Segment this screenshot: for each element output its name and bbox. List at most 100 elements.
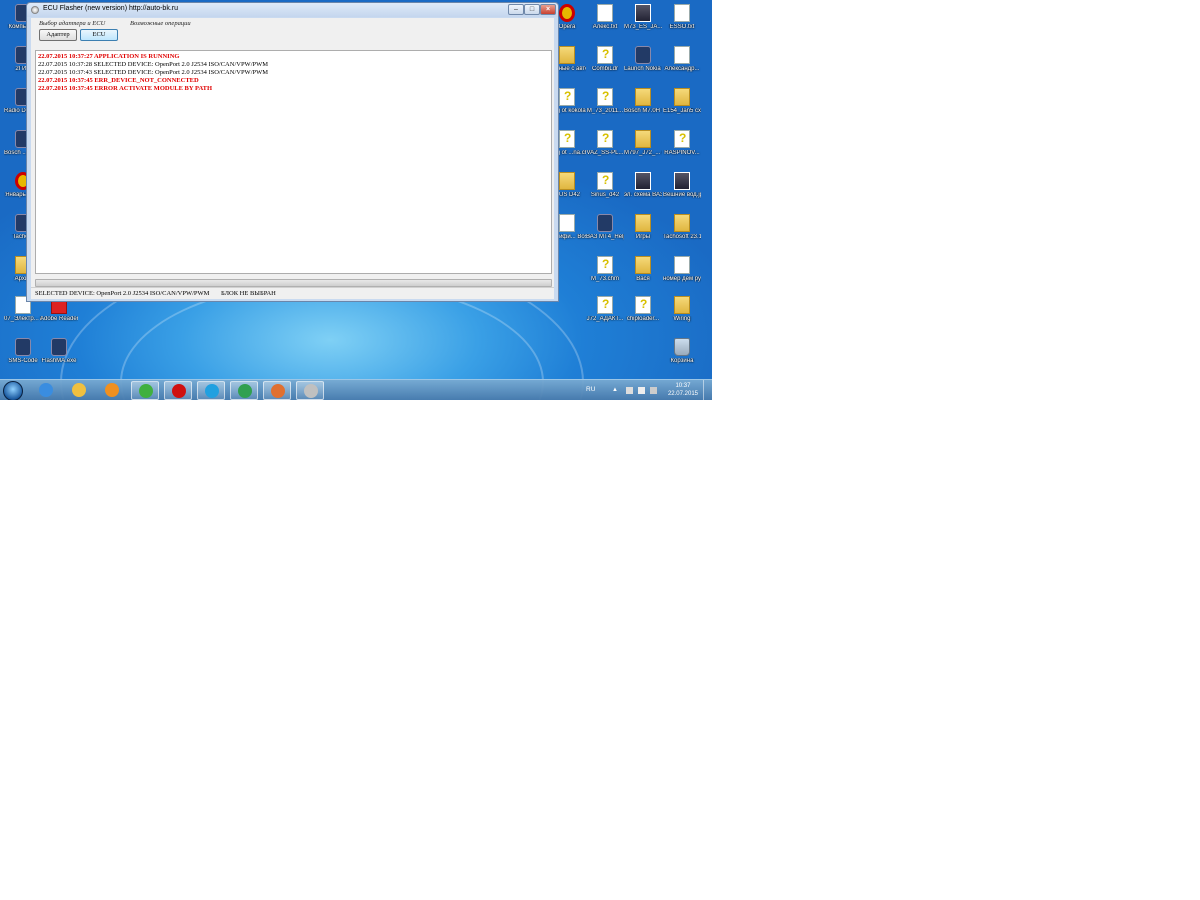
log-line: 22.07.2015 10:37:43 SELECTED DEVICE: Ope… <box>38 69 269 76</box>
sms-code-icon <box>15 338 31 356</box>
desktop-icon-label: VAZ_SS-PL... <box>586 150 624 156</box>
clock[interactable]: 10:37 22.07.2015 <box>668 382 698 398</box>
desktop-icon-label: Вася <box>636 276 650 282</box>
start-button[interactable] <box>3 381 23 400</box>
progress-bar <box>35 279 552 287</box>
desktop-icon[interactable]: M73_ES_JA... <box>624 4 662 31</box>
desktop-icon-label: Adobe Reader X <box>40 316 78 322</box>
folder-icon <box>674 88 690 106</box>
log-line: 22.07.2015 10:37:45 ERR_DEVICE_NOT_CONNE… <box>38 77 199 84</box>
app-icon <box>31 6 39 14</box>
desktop-icon[interactable]: Вася <box>624 256 662 283</box>
tray-network-icon[interactable] <box>626 387 633 394</box>
menu-adapter-ecu[interactable]: Выбор адаптера и ECU <box>39 20 105 27</box>
desktop-icon[interactable]: Tachosoft 23.1 <box>663 214 701 241</box>
system-tray: RU ▲ 10:37 22.07.2015 <box>582 380 712 400</box>
close-button[interactable]: × <box>540 4 556 15</box>
desktop-icon-label: SMS-Code <box>8 358 38 364</box>
desktop-icon[interactable]: E154_Jan5 схема эле... <box>663 88 701 115</box>
desktop-icon[interactable]: Корзина <box>663 338 701 365</box>
desktop-icon[interactable]: FlashMA.exe <box>40 338 78 365</box>
minimize-button[interactable]: – <box>508 4 524 15</box>
desktop-icon[interactable]: Вешние вод.jpg <box>663 172 701 199</box>
skype-icon <box>205 384 219 398</box>
folder-icon <box>674 214 690 232</box>
log-panel[interactable]: 22.07.2015 10:37:27 APPLICATION IS RUNNI… <box>35 50 552 274</box>
internet-explorer-icon <box>39 383 53 397</box>
desktop-icon[interactable]: VAZ_SS-PL... <box>586 130 624 157</box>
desktop-icon[interactable]: ВАЗ MT4_Help... <box>586 214 624 241</box>
maximize-button[interactable]: □ <box>524 4 540 15</box>
desktop-icon[interactable]: chiploader... <box>624 296 662 323</box>
text-file-icon <box>674 4 690 22</box>
help-file-icon <box>559 88 575 106</box>
language-indicator[interactable]: RU <box>586 386 595 393</box>
ecu-button[interactable]: ECU <box>80 29 118 41</box>
taskbar-button[interactable] <box>65 381 93 400</box>
desktop-icon[interactable]: Игры <box>624 214 662 241</box>
desktop-icon-label: Launch Nokia Ca... <box>624 66 662 72</box>
help-file-icon <box>559 130 575 148</box>
title-bar[interactable]: ECU Flasher (new version) http://auto-bk… <box>27 3 558 17</box>
document-icon <box>559 214 575 232</box>
folder-icon <box>635 88 651 106</box>
adapter-button[interactable]: Адаптер <box>39 29 77 41</box>
desktop-icon-label: Алекс.txt <box>592 24 618 30</box>
tray-flag-icon[interactable] <box>638 387 645 394</box>
desktop-icon[interactable]: эл. схема ВАЗ 21... <box>624 172 662 199</box>
desktop-icon[interactable]: M_73_2011... <box>586 88 624 115</box>
opera-icon <box>559 4 575 22</box>
desktop-icon[interactable]: Sirius_d42 <box>586 172 624 199</box>
taskbar-button[interactable] <box>131 381 159 400</box>
desktop-icon-label: Корзина <box>670 358 694 364</box>
menu-operations[interactable]: Возможные операции <box>130 20 191 27</box>
icq-icon <box>139 384 153 398</box>
folder-icon <box>559 172 575 190</box>
desktop-icon[interactable]: J72_АДАКТ... <box>586 296 624 323</box>
app-icon <box>271 384 285 398</box>
taskbar-button[interactable] <box>197 381 225 400</box>
show-desktop-button[interactable] <box>703 380 712 400</box>
desktop-icon-label: FlashMA.exe <box>41 358 77 364</box>
tray-arrow-icon[interactable]: ▲ <box>612 387 619 394</box>
text-file-icon <box>674 46 690 64</box>
help-file-icon <box>635 296 651 314</box>
taskbar-button[interactable] <box>98 381 126 400</box>
tray-volume-icon[interactable] <box>650 387 657 394</box>
desktop-icon[interactable]: CombiLdr <box>586 46 624 73</box>
taskbar-button[interactable] <box>230 381 258 400</box>
taskbar-button[interactable] <box>164 381 192 400</box>
log-line: 22.07.2015 10:37:27 APPLICATION IS RUNNI… <box>38 53 180 60</box>
desktop-icon[interactable]: ESSO.txt <box>663 4 701 31</box>
nokia-icon <box>635 46 651 64</box>
clock-time: 10:37 <box>675 383 691 389</box>
desktop-icon-label: CombiLdr <box>591 66 618 72</box>
desktop-icon[interactable]: номер дем ру.txt <box>663 256 701 283</box>
clock-date: 22.07.2015 <box>667 391 698 397</box>
tool-icon <box>238 384 252 398</box>
desktop-icon[interactable]: M797_J72_... схема эле... <box>624 130 662 157</box>
taskbar-button[interactable] <box>32 381 60 400</box>
flashma-icon <box>51 338 67 356</box>
desktop: Компьют... 2ГИС Radio Decoder Bosch ... mod… <box>0 0 712 400</box>
image-file-icon <box>674 172 690 190</box>
desktop-icon[interactable]: M_73.chm <box>586 256 624 283</box>
desktop-icon-label: Игры <box>635 234 651 240</box>
desktop-icon[interactable]: RASPINOV... <box>663 130 701 157</box>
desktop-icon[interactable]: SMS-Code <box>4 338 42 365</box>
desktop-icon[interactable]: Алекс.txt <box>586 4 624 31</box>
text-file-icon <box>674 256 690 274</box>
desktop-icon[interactable]: Launch Nokia Ca... <box>624 46 662 73</box>
desktop-icon[interactable]: Bosch M7.0H сх... <box>624 88 662 115</box>
log-line: 22.07.2015 10:37:28 SELECTED DEVICE: Ope… <box>38 61 269 68</box>
taskbar: RU ▲ 10:37 22.07.2015 <box>0 379 712 400</box>
status-bar: SELECTED DEVICE: OpenPort 2.0 J2534 ISO/… <box>31 287 554 299</box>
desktop-icon[interactable]: Wiring <box>663 296 701 323</box>
explorer-icon <box>72 383 86 397</box>
book-icon <box>597 214 613 232</box>
log-line: 22.07.2015 10:37:45 ERROR ACTIVATE MODUL… <box>38 85 213 92</box>
desktop-icon[interactable]: Александр... <box>663 46 701 73</box>
taskbar-button[interactable] <box>296 381 324 400</box>
desktop-icon-label: M797_J72_... схема эле... <box>624 150 662 156</box>
taskbar-button[interactable] <box>263 381 291 400</box>
